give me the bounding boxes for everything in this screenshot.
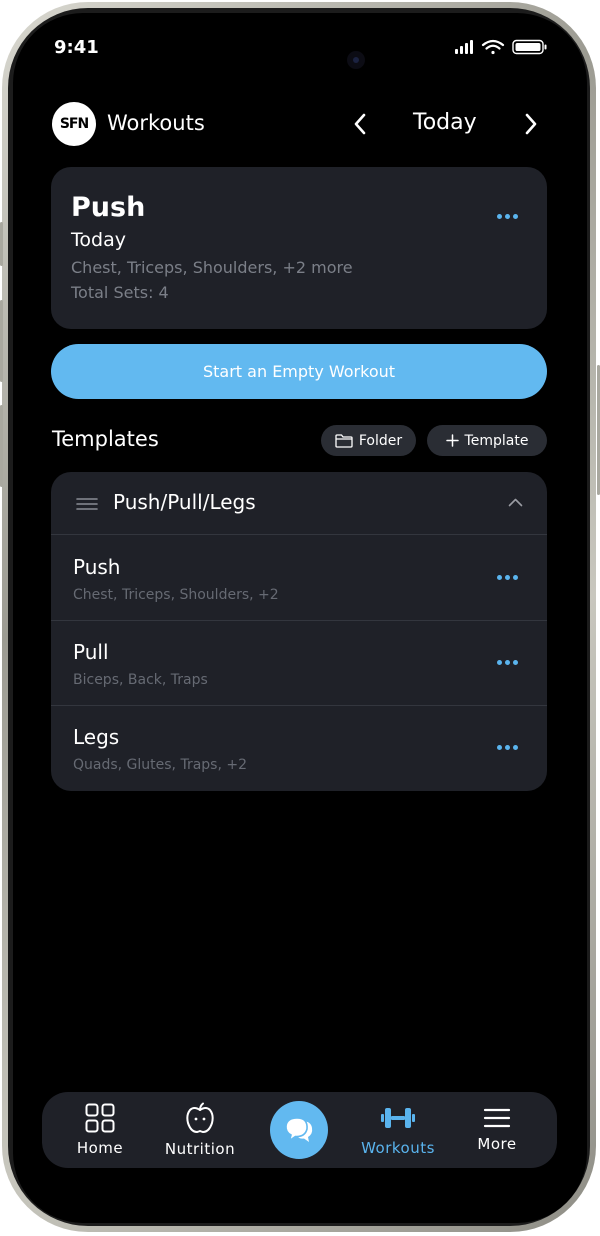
front-camera	[347, 51, 365, 69]
chat-bubbles-icon	[285, 1117, 313, 1143]
workout-card[interactable]: Push Today Chest, Triceps, Shoulders, +2…	[51, 167, 547, 329]
template-folder-title: Push/Pull/Legs	[113, 490, 256, 514]
battery-icon	[512, 39, 547, 55]
template-more-options-icon[interactable]	[497, 660, 518, 665]
apple-icon	[186, 1102, 214, 1133]
status-icons	[455, 39, 547, 55]
templates-heading: Templates	[52, 427, 159, 451]
add-template-button[interactable]: Template	[427, 425, 547, 456]
template-muscles: Chest, Triceps, Shoulders, +2	[73, 587, 279, 603]
page-title: Workouts	[107, 111, 205, 135]
folder-icon	[335, 433, 353, 448]
template-row[interactable]: Legs Quads, Glutes, Traps, +2	[51, 706, 547, 791]
template-folder-header[interactable]: Push/Pull/Legs	[51, 472, 547, 535]
template-muscles: Quads, Glutes, Traps, +2	[73, 757, 248, 773]
start-empty-workout-button[interactable]: Start an Empty Workout	[51, 344, 547, 399]
menu-icon	[483, 1108, 511, 1128]
folder-button-label: Folder	[358, 432, 403, 449]
template-name: Push	[73, 555, 121, 579]
tab-more-label: More	[477, 1135, 517, 1153]
workout-total-sets: Total Sets: 4	[71, 283, 169, 302]
template-row[interactable]: Pull Biceps, Back, Traps	[51, 621, 547, 706]
chevron-left-icon	[354, 113, 366, 135]
next-day-button[interactable]	[516, 109, 546, 139]
chevron-up-icon[interactable]	[508, 498, 523, 507]
wifi-icon	[481, 39, 505, 55]
chevron-right-icon	[525, 113, 537, 135]
add-folder-button[interactable]: Folder	[321, 425, 416, 456]
signal-icon	[455, 40, 473, 54]
tab-home-label: Home	[76, 1139, 124, 1157]
template-name: Legs	[73, 725, 120, 749]
template-name: Pull	[73, 640, 109, 664]
volume-up-button	[0, 300, 3, 382]
workout-more-options-icon[interactable]	[497, 214, 518, 219]
plus-icon	[445, 434, 459, 447]
previous-day-button[interactable]	[345, 109, 375, 139]
screen: 9:41 SFN Workouts Today Push Today Chest…	[13, 13, 587, 1223]
dumbbell-icon	[381, 1108, 415, 1128]
template-row[interactable]: Push Chest, Triceps, Shoulders, +2	[51, 535, 547, 620]
status-time: 9:41	[54, 37, 99, 58]
template-folder-card: Push/Pull/Legs Push Chest, Triceps, Shou…	[51, 472, 547, 791]
action-button	[0, 222, 3, 266]
tab-nutrition-label: Nutrition	[164, 1140, 236, 1158]
grid-icon	[85, 1103, 115, 1133]
template-muscles: Biceps, Back, Traps	[73, 672, 208, 688]
tab-workouts-label: Workouts	[361, 1139, 435, 1157]
tab-workouts[interactable]: Workouts	[352, 1092, 444, 1168]
workout-muscles: Chest, Triceps, Shoulders, +2 more	[71, 258, 353, 277]
drag-handle-icon[interactable]	[76, 497, 98, 511]
tab-home[interactable]: Home	[57, 1092, 143, 1168]
tab-more[interactable]: More	[454, 1092, 540, 1168]
chat-button[interactable]	[270, 1101, 328, 1159]
sfn-logo: SFN	[52, 102, 96, 146]
template-more-options-icon[interactable]	[497, 575, 518, 580]
template-button-label: Template	[464, 432, 529, 449]
workout-name: Push	[71, 192, 146, 223]
date-label: Today	[413, 110, 477, 135]
template-more-options-icon[interactable]	[497, 745, 518, 750]
workout-date: Today	[71, 229, 126, 251]
volume-down-button	[0, 405, 3, 487]
tab-nutrition[interactable]: Nutrition	[154, 1092, 246, 1168]
